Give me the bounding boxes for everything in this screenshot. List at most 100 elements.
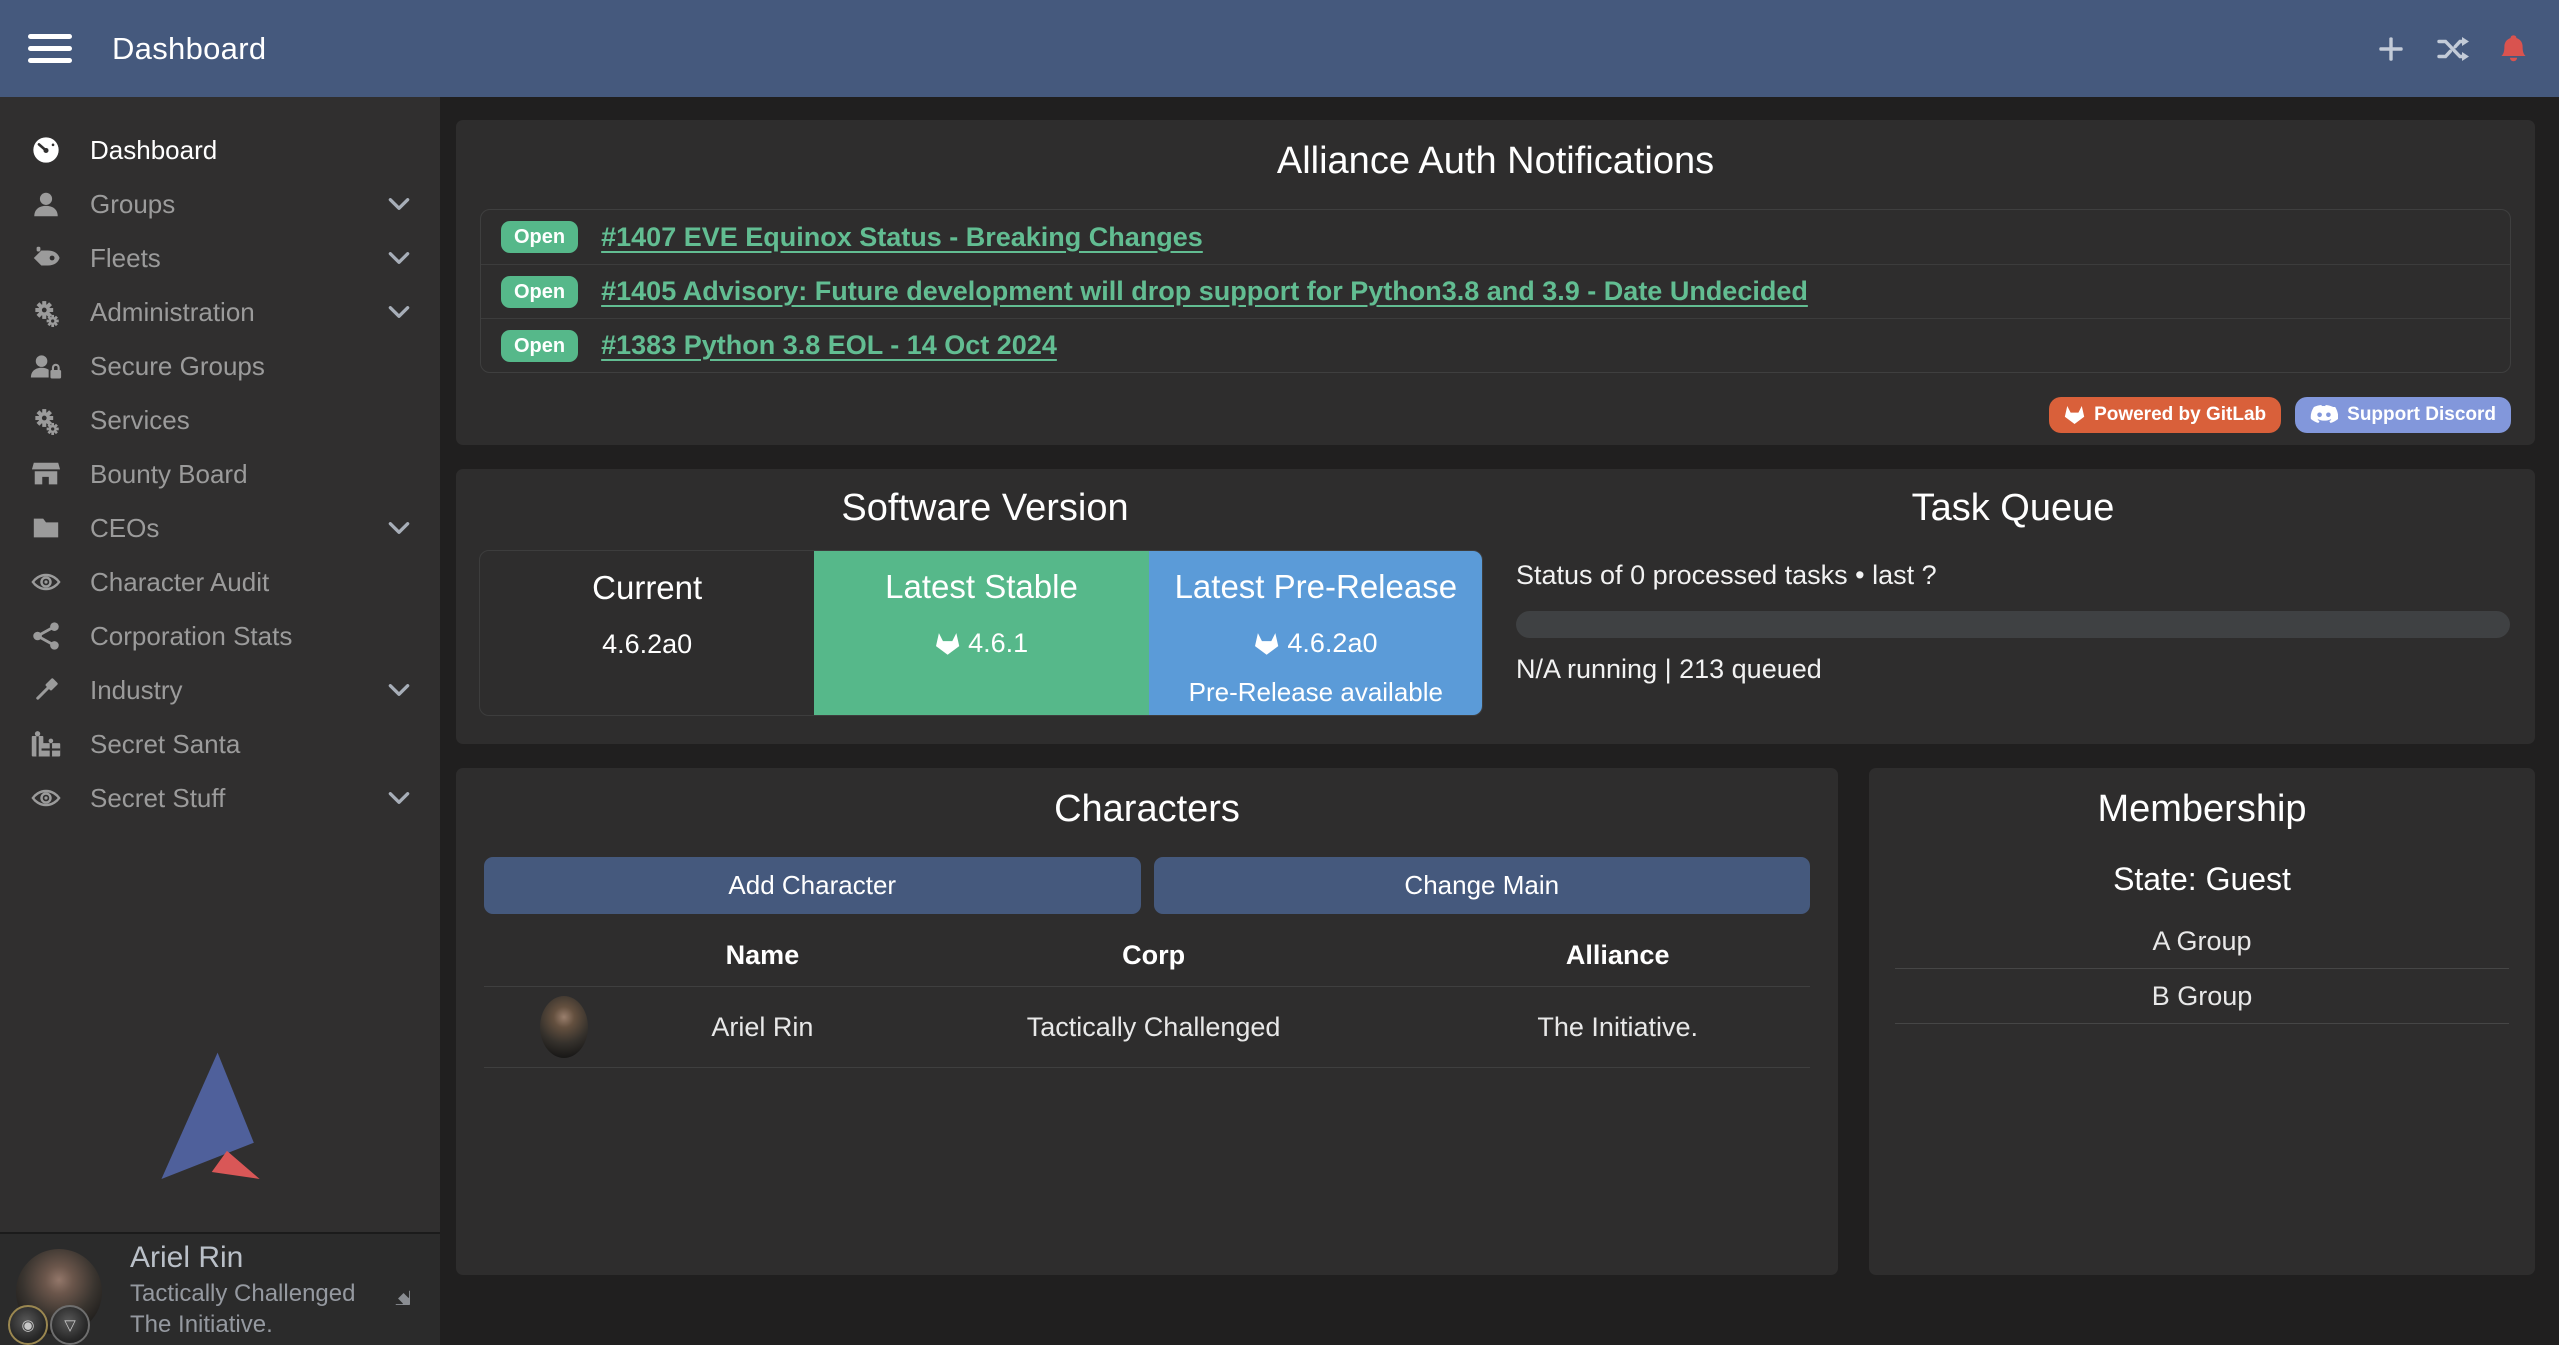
sidebar-item-industry[interactable]: Industry bbox=[0, 663, 440, 717]
shuffle-icon[interactable] bbox=[2436, 32, 2470, 66]
software-version-section: Software Version Current 4.6.2a0 Latest … bbox=[456, 469, 1491, 744]
sidebar-item-label: Industry bbox=[90, 675, 183, 706]
task-queue-title: Task Queue bbox=[1516, 487, 2510, 530]
sidebar-item-secret-stuff[interactable]: Secret Stuff bbox=[0, 771, 440, 825]
shuttle-icon bbox=[28, 242, 64, 274]
sidebar-item-bounty-board[interactable]: Bounty Board bbox=[0, 447, 440, 501]
task-queue-progress-bar bbox=[1516, 611, 2510, 638]
top-navbar: Dashboard bbox=[0, 0, 2559, 97]
task-queue-status: Status of 0 processed tasks • last ? bbox=[1516, 560, 2510, 591]
alliance-column-header: Alliance bbox=[1425, 940, 1810, 971]
membership-panel: Membership State: Guest A Group B Group bbox=[1869, 768, 2535, 1275]
corp-column-header: Corp bbox=[882, 940, 1426, 971]
sidebar-item-ceos[interactable]: CEOs bbox=[0, 501, 440, 555]
characters-table-header: Name Corp Alliance bbox=[484, 924, 1810, 986]
chevron-down-icon bbox=[386, 191, 412, 217]
sidebar-menu: Dashboard Groups Fleets Administration S… bbox=[0, 97, 440, 825]
characters-title: Characters bbox=[484, 788, 1810, 831]
sidebar-item-label: Secret Stuff bbox=[90, 783, 225, 814]
gifts-icon bbox=[28, 728, 64, 760]
tachometer-icon bbox=[28, 134, 64, 166]
gitlab-icon bbox=[935, 632, 960, 656]
notifications-footer: Powered by GitLab Support Discord bbox=[480, 397, 2511, 433]
support-discord-badge[interactable]: Support Discord bbox=[2295, 397, 2511, 433]
user-corporation: Tactically Challenged bbox=[130, 1278, 355, 1310]
notification-link[interactable]: #1405 Advisory: Future development will … bbox=[601, 276, 1808, 307]
sidebar-item-label: Services bbox=[90, 405, 190, 436]
chevron-down-icon bbox=[386, 245, 412, 271]
sidebar-item-label: Secure Groups bbox=[90, 351, 265, 382]
sidebar-item-administration[interactable]: Administration bbox=[0, 285, 440, 339]
share-nodes-icon bbox=[28, 620, 64, 652]
user-icon bbox=[28, 188, 64, 220]
notification-item: Open #1383 Python 3.8 EOL - 14 Oct 2024 bbox=[481, 318, 2510, 372]
membership-groups-list: A Group B Group bbox=[1895, 914, 2509, 1024]
discord-icon bbox=[2310, 405, 2338, 425]
folder-icon bbox=[28, 512, 64, 544]
user-alliance: The Initiative. bbox=[130, 1309, 355, 1341]
corp-logo-icon: ◉ bbox=[8, 1305, 48, 1345]
table-row: Ariel Rin Tactically Challenged The Init… bbox=[484, 986, 1810, 1068]
sidebar-item-groups[interactable]: Groups bbox=[0, 177, 440, 231]
version-strip: Current 4.6.2a0 Latest Stable 4.6.1 L bbox=[479, 550, 1483, 716]
sidebar-item-dashboard[interactable]: Dashboard bbox=[0, 123, 440, 177]
current-version: 4.6.2a0 bbox=[480, 629, 814, 660]
task-queue-section: Task Queue Status of 0 processed tasks •… bbox=[1491, 469, 2535, 744]
navbar-actions bbox=[2374, 32, 2529, 66]
alliance-logo-icon: ▽ bbox=[50, 1305, 90, 1345]
list-item: A Group bbox=[1895, 914, 2509, 969]
character-corp-cell: Tactically Challenged bbox=[882, 1012, 1426, 1043]
version-stable-box: Latest Stable 4.6.1 bbox=[814, 550, 1148, 716]
user-settings-gear-icon[interactable] bbox=[380, 1275, 410, 1305]
notifications-panel: Alliance Auth Notifications Open #1407 E… bbox=[456, 120, 2535, 445]
sidebar-item-label: Fleets bbox=[90, 243, 161, 274]
notification-item: Open #1407 EVE Equinox Status - Breaking… bbox=[481, 210, 2510, 264]
add-character-button[interactable]: Add Character bbox=[484, 857, 1141, 914]
status-badge: Open bbox=[501, 276, 578, 308]
change-main-button[interactable]: Change Main bbox=[1154, 857, 1811, 914]
notification-item: Open #1405 Advisory: Future development … bbox=[481, 264, 2510, 318]
eye-icon bbox=[28, 566, 64, 598]
character-alliance-cell: The Initiative. bbox=[1425, 1012, 1810, 1043]
sidebar-user-panel[interactable]: ◉ ▽ Ariel Rin Tactically Challenged The … bbox=[0, 1232, 440, 1345]
gears-icon bbox=[28, 296, 64, 328]
sidebar-item-services[interactable]: Services bbox=[0, 393, 440, 447]
notification-link[interactable]: #1407 EVE Equinox Status - Breaking Chan… bbox=[601, 222, 1203, 253]
user-name: Ariel Rin bbox=[130, 1238, 355, 1278]
sidebar-item-label: Secret Santa bbox=[90, 729, 240, 760]
sidebar-item-label: Corporation Stats bbox=[90, 621, 292, 652]
sidebar-item-label: Dashboard bbox=[90, 135, 217, 166]
version-prerelease-box: Latest Pre-Release 4.6.2a0 Pre-Release a… bbox=[1149, 550, 1483, 716]
plus-icon[interactable] bbox=[2374, 32, 2408, 66]
sidebar-item-corporation-stats[interactable]: Corporation Stats bbox=[0, 609, 440, 663]
hamburger-menu-icon[interactable] bbox=[28, 27, 72, 70]
status-badge: Open bbox=[501, 221, 578, 253]
alliance-auth-logo bbox=[153, 1048, 288, 1186]
notification-link[interactable]: #1383 Python 3.8 EOL - 14 Oct 2024 bbox=[601, 330, 1057, 361]
membership-state: State: Guest bbox=[1895, 861, 2509, 898]
chevron-down-icon bbox=[386, 785, 412, 811]
eye-icon bbox=[28, 782, 64, 814]
characters-table: Name Corp Alliance Ariel Rin Tactically … bbox=[484, 924, 1810, 1068]
chevron-down-icon bbox=[386, 299, 412, 325]
gitlab-icon bbox=[2064, 405, 2085, 425]
membership-title: Membership bbox=[1895, 788, 2509, 831]
sidebar-item-label: Character Audit bbox=[90, 567, 269, 598]
bell-notifications-icon[interactable] bbox=[2498, 33, 2529, 64]
prerelease-version: 4.6.2a0 bbox=[1149, 628, 1483, 659]
hammer-icon bbox=[28, 674, 64, 706]
user-lock-icon bbox=[28, 350, 64, 382]
sidebar-item-secret-santa[interactable]: Secret Santa bbox=[0, 717, 440, 771]
sidebar-item-secure-groups[interactable]: Secure Groups bbox=[0, 339, 440, 393]
sidebar-item-fleets[interactable]: Fleets bbox=[0, 231, 440, 285]
sidebar-item-label: Groups bbox=[90, 189, 175, 220]
notifications-title: Alliance Auth Notifications bbox=[480, 140, 2511, 183]
page-title: Dashboard bbox=[112, 31, 266, 67]
main-content: Alliance Auth Notifications Open #1407 E… bbox=[440, 97, 2559, 1345]
powered-by-gitlab-badge[interactable]: Powered by GitLab bbox=[2049, 397, 2281, 433]
gears-icon bbox=[28, 404, 64, 436]
version-current-box: Current 4.6.2a0 bbox=[480, 551, 814, 715]
sidebar-item-character-audit[interactable]: Character Audit bbox=[0, 555, 440, 609]
gitlab-icon bbox=[1254, 632, 1279, 656]
prerelease-note: Pre-Release available bbox=[1149, 677, 1483, 708]
